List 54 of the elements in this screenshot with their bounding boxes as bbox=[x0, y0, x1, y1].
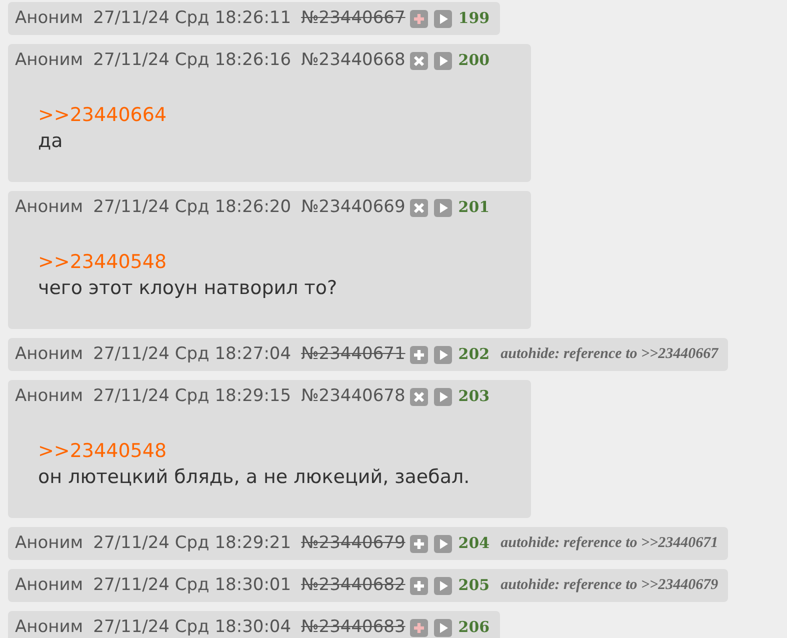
play-icon[interactable] bbox=[434, 52, 452, 70]
post-number[interactable]: №23440671 bbox=[301, 342, 406, 368]
author-name: Аноним bbox=[15, 342, 84, 366]
author-name: Аноним bbox=[15, 384, 84, 408]
post-index: 204 bbox=[458, 533, 490, 554]
author-name: Аноним bbox=[15, 574, 84, 597]
hide-icon[interactable] bbox=[410, 388, 428, 406]
post-number[interactable]: №23440669 bbox=[301, 194, 406, 220]
post-date: 27/11/24 Срд 18:30:01 bbox=[93, 574, 292, 597]
post-text: чего этот клоун натворил то? bbox=[38, 276, 338, 301]
play-icon[interactable] bbox=[434, 534, 452, 552]
post-index: 201 bbox=[458, 197, 490, 218]
hide-icon[interactable] bbox=[410, 198, 428, 216]
post-number[interactable]: №23440679 bbox=[301, 530, 406, 556]
play-icon[interactable] bbox=[434, 576, 452, 594]
post-index: 200 bbox=[458, 50, 490, 72]
post-index: 199 bbox=[458, 8, 490, 30]
post-date: 27/11/24 Срд 18:26:11 bbox=[93, 6, 292, 30]
post-date: 27/11/24 Срд 18:29:15 bbox=[93, 384, 292, 408]
play-icon[interactable] bbox=[434, 388, 452, 406]
post-number[interactable]: №23440682 bbox=[301, 572, 406, 598]
post-date: 27/11/24 Срд 18:26:16 bbox=[93, 48, 292, 72]
play-icon[interactable] bbox=[434, 198, 452, 216]
expand-icon[interactable] bbox=[410, 534, 428, 552]
play-icon[interactable] bbox=[434, 618, 452, 636]
post-date: 27/11/24 Срд 18:30:04 bbox=[93, 616, 292, 638]
post-number[interactable]: №23440683 bbox=[301, 614, 406, 638]
author-name: Аноним bbox=[15, 532, 84, 555]
author-name: Аноним bbox=[15, 196, 84, 219]
post-date: 27/11/24 Срд 18:29:21 bbox=[93, 532, 292, 555]
post-date: 27/11/24 Срд 18:26:20 bbox=[93, 196, 292, 219]
post-number[interactable]: №23440678 bbox=[301, 384, 406, 410]
hide-icon[interactable] bbox=[410, 52, 428, 70]
expand-icon[interactable] bbox=[410, 576, 428, 594]
post-text: да bbox=[38, 129, 64, 154]
post-index: 202 bbox=[458, 344, 490, 366]
author-name: Аноним bbox=[15, 616, 84, 638]
author-name: Аноним bbox=[15, 6, 84, 30]
post-date: 27/11/24 Срд 18:27:04 bbox=[93, 342, 292, 366]
expand-icon[interactable] bbox=[410, 10, 428, 28]
expand-icon[interactable] bbox=[410, 618, 428, 636]
play-icon[interactable] bbox=[434, 10, 452, 28]
autohide-note: autohide: reference to >>23440671 bbox=[500, 534, 718, 554]
autohide-note: autohide: reference to >>23440679 bbox=[500, 576, 718, 596]
post-index: 203 bbox=[458, 386, 490, 408]
play-icon[interactable] bbox=[434, 346, 452, 364]
post-text: он лютецкий блядь, а не люкеций, заебал. bbox=[38, 465, 471, 490]
author-name: Аноним bbox=[15, 48, 84, 72]
post-number[interactable]: №23440668 bbox=[301, 48, 406, 74]
autohide-note: autohide: reference to >>23440667 bbox=[500, 345, 718, 364]
post-index: 205 bbox=[458, 575, 490, 596]
expand-icon[interactable] bbox=[410, 346, 428, 364]
post-number[interactable]: №23440667 bbox=[301, 6, 406, 32]
post-index: 206 bbox=[458, 617, 490, 638]
